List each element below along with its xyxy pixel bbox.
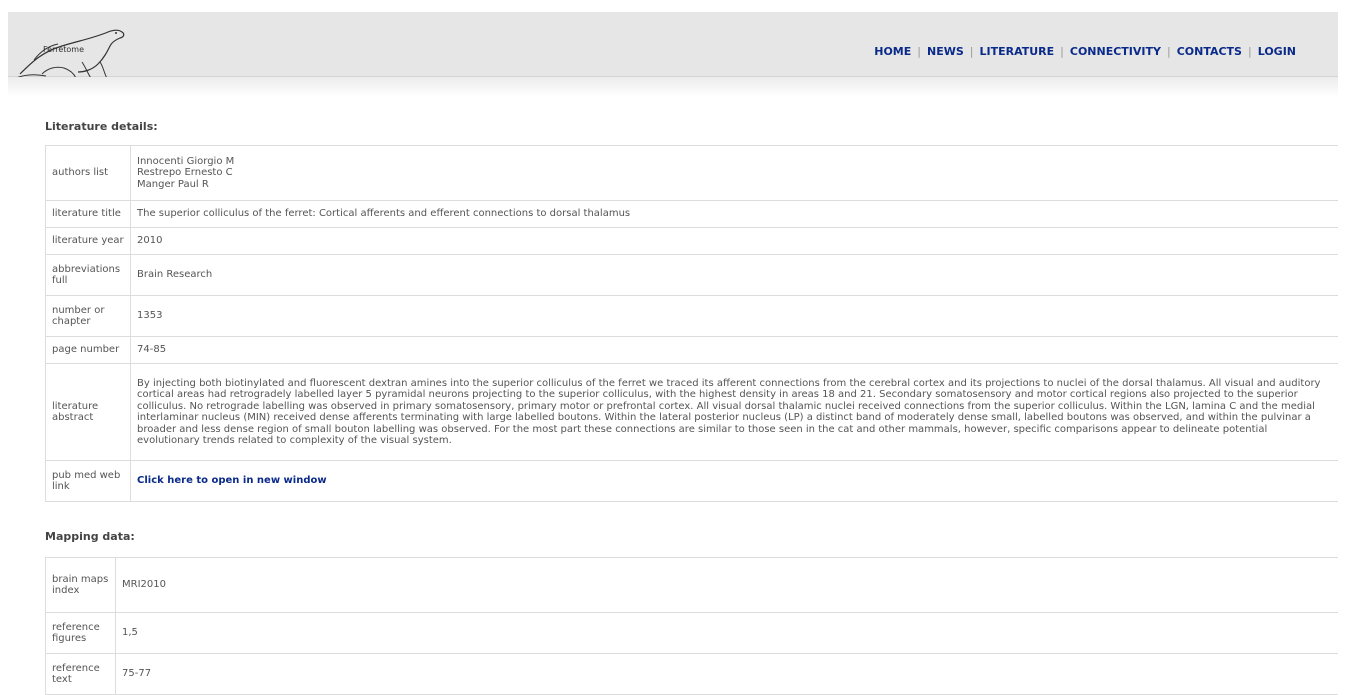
table-row: page number 74-85	[45, 336, 1338, 364]
pages-value: 74-85	[130, 336, 1338, 364]
brain-maps-index-label: brain maps index	[45, 557, 116, 613]
title-label: literature title	[45, 200, 131, 228]
header-bar: Ferretome HOME | NEWS | LITERATURE | CONNECTIV…	[8, 12, 1338, 81]
authors-label: authors list	[45, 145, 131, 201]
table-row: number or chapter 1353	[45, 295, 1338, 337]
table-row: reference figures 1,5	[45, 612, 1338, 654]
pubmed-value: Click here to open in new window	[130, 460, 1338, 502]
table-row: authors list Innocenti Giorgio M Restrep…	[45, 145, 1338, 201]
reference-text-value: 75-77	[115, 653, 1338, 695]
mapping-heading: Mapping data:	[45, 530, 135, 543]
year-label: literature year	[45, 227, 131, 255]
nav-home[interactable]: HOME	[874, 45, 911, 58]
number-value: 1353	[130, 295, 1338, 337]
author-name: Manger Paul R	[137, 178, 209, 190]
pages-label: page number	[45, 336, 131, 364]
nav-news[interactable]: NEWS	[927, 45, 964, 58]
mapping-table: brain maps index MRI2010 reference figur…	[45, 557, 1338, 695]
abbreviations-label: abbreviations full	[45, 254, 131, 296]
author-name: Innocenti Giorgio M	[137, 155, 235, 167]
nav-connectivity[interactable]: CONNECTIVITY	[1070, 45, 1161, 58]
abstract-label: literature abstract	[45, 363, 131, 461]
nav-login[interactable]: LOGIN	[1258, 45, 1296, 58]
pubmed-link[interactable]: Click here to open in new window	[137, 475, 327, 486]
table-row: literature year 2010	[45, 227, 1338, 255]
brain-maps-index-value: MRI2010	[115, 557, 1338, 613]
pubmed-label: pub med web link	[45, 460, 131, 502]
nav-literature[interactable]: LITERATURE	[979, 45, 1054, 58]
logo-text: Ferretome	[43, 45, 85, 54]
reference-figures-label: reference figures	[45, 612, 116, 654]
table-row: literature title The superior colliculus…	[45, 200, 1338, 228]
number-label: number or chapter	[45, 295, 131, 337]
literature-heading: Literature details:	[45, 120, 158, 133]
reference-figures-value: 1,5	[115, 612, 1338, 654]
header-fade	[8, 77, 1338, 97]
main-nav: HOME | NEWS | LITERATURE | CONNECTIVITY | CONTAC…	[874, 45, 1296, 58]
title-value: The superior colliculus of the ferret: C…	[130, 200, 1338, 228]
authors-value: Innocenti Giorgio M Restrepo Ernesto C M…	[130, 145, 1338, 201]
nav-separator: |	[1166, 45, 1171, 58]
table-row: brain maps index MRI2010	[45, 557, 1338, 613]
nav-separator: |	[917, 45, 921, 58]
reference-text-label: reference text	[45, 653, 116, 695]
table-row: abbreviations full Brain Research	[45, 254, 1338, 296]
nav-separator: |	[969, 45, 974, 58]
abbreviations-value: Brain Research	[130, 254, 1338, 296]
table-row: pub med web link Click here to open in n…	[45, 460, 1338, 502]
abstract-value: By injecting both biotinylated and fluor…	[130, 363, 1338, 461]
nav-separator: |	[1247, 45, 1252, 58]
nav-separator: |	[1060, 45, 1064, 58]
table-row: reference text 75-77	[45, 653, 1338, 695]
ferret-logo[interactable]: Ferretome	[12, 22, 132, 82]
table-row: literature abstract By injecting both bi…	[45, 363, 1338, 461]
nav-contacts[interactable]: CONTACTS	[1177, 45, 1242, 58]
author-name: Restrepo Ernesto C	[137, 167, 233, 179]
year-value: 2010	[130, 227, 1338, 255]
literature-table: authors list Innocenti Giorgio M Restrep…	[45, 145, 1338, 502]
